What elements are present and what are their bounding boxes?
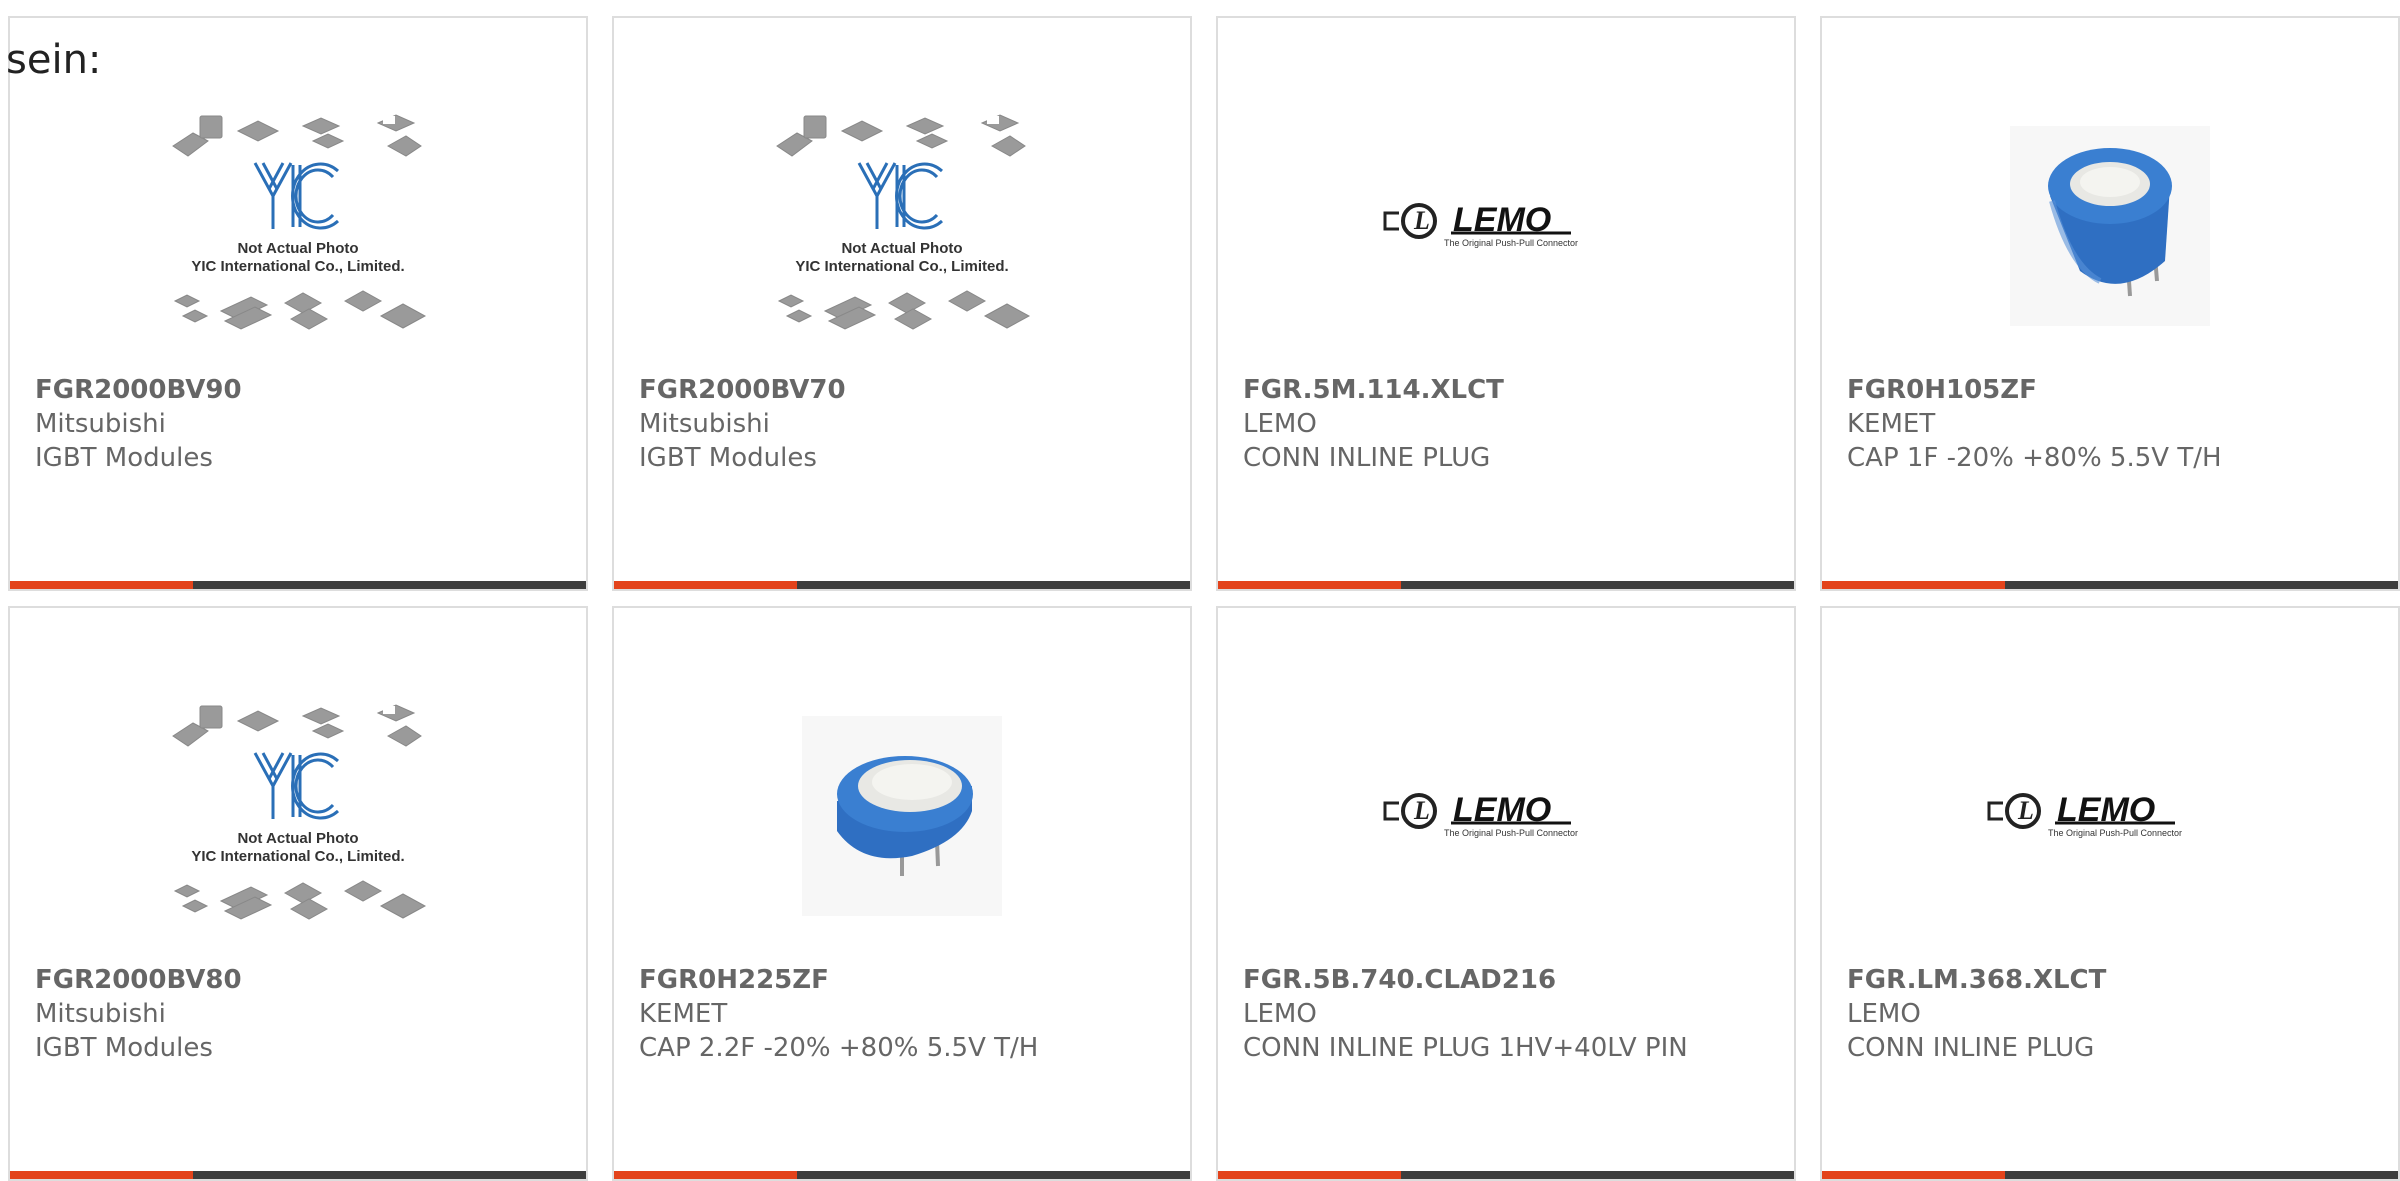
description: CONN INLINE PLUG 1HV+40LV PIN [1243, 1033, 1688, 1063]
product-image[interactable]: Not Actual Photo YIC International Co., … [10, 678, 586, 953]
card-accent-highlight [1218, 581, 1401, 589]
part-number[interactable]: FGR2000BV80 [35, 963, 566, 997]
card-accent-highlight [614, 581, 797, 589]
part-number[interactable]: FGR0H225ZF [639, 963, 1170, 997]
card-accent-highlight [10, 581, 193, 589]
card-accent-bar [10, 1171, 586, 1179]
placeholder-caption-2: YIC International Co., Limited. [795, 258, 1008, 275]
product-card[interactable]: FGR0H225ZF KEMET CAP 2.2F -20% +80% 5.5V T… [612, 606, 1192, 1181]
manufacturer: Mitsubishi [639, 409, 770, 439]
card-accent-bar [614, 1171, 1190, 1179]
svg-text:L: L [1413, 796, 1430, 825]
placeholder-caption-2: YIC International Co., Limited. [191, 258, 404, 275]
svg-text:L: L [1413, 206, 1430, 235]
lemo-logo-image: L LEMO The Original Push-Pull Connector [1987, 791, 2182, 838]
intro-text: sein: [6, 37, 102, 83]
product-card[interactable]: Not Actual Photo YIC International Co., … [8, 16, 588, 591]
placeholder-caption-1: Not Actual Photo [237, 240, 358, 257]
placeholder-caption-1: Not Actual Photo [841, 240, 962, 257]
capacitor-flat-image [802, 715, 1002, 916]
product-info: FGR.LM.368.XLCT LEMO CONN INLINE PLUG [1847, 963, 2378, 1065]
product-image[interactable]: L LEMO The Original Push-Pull Connector [1218, 678, 1794, 953]
part-number[interactable]: FGR.LM.368.XLCT [1847, 963, 2378, 997]
product-image[interactable]: Not Actual Photo YIC International Co., … [614, 88, 1190, 363]
card-accent-highlight [10, 1171, 193, 1179]
part-number[interactable]: FGR.5B.740.CLAD216 [1243, 963, 1774, 997]
svg-text:The Original Push-Pull Connect: The Original Push-Pull Connector [1444, 828, 1578, 838]
description: IGBT Modules [35, 1033, 213, 1063]
description: CONN INLINE PLUG [1243, 443, 1491, 473]
card-accent-highlight [1218, 1171, 1401, 1179]
product-card[interactable]: Not Actual Photo YIC International Co., … [8, 606, 588, 1181]
manufacturer: KEMET [1847, 409, 1936, 439]
product-info: FGR.5M.114.XLCT LEMO CONN INLINE PLUG [1243, 373, 1774, 475]
part-number[interactable]: FGR.5M.114.XLCT [1243, 373, 1774, 407]
card-accent-bar [1822, 1171, 2398, 1179]
part-number[interactable]: FGR2000BV90 [35, 373, 566, 407]
lemo-logo-image: L LEMO The Original Push-Pull Connector [1383, 201, 1578, 248]
product-info: FGR2000BV90 Mitsubishi IGBT Modules [35, 373, 566, 475]
product-card[interactable]: FGR0H105ZF KEMET CAP 1F -20% +80% 5.5V T/H [1820, 16, 2400, 591]
product-image[interactable] [1822, 88, 2398, 363]
manufacturer: LEMO [1243, 409, 1317, 439]
card-accent-highlight [1822, 581, 2005, 589]
product-info: FGR2000BV80 Mitsubishi IGBT Modules [35, 963, 566, 1065]
product-card[interactable]: L LEMO The Original Push-Pull Connector … [1216, 16, 1796, 591]
description: CAP 2.2F -20% +80% 5.5V T/H [639, 1033, 1039, 1063]
placeholder-image: Not Actual Photo YIC International Co., … [776, 113, 1031, 330]
product-info: FGR2000BV70 Mitsubishi IGBT Modules [639, 373, 1170, 475]
manufacturer: Mitsubishi [35, 999, 166, 1029]
svg-text:L: L [2017, 796, 2034, 825]
product-image[interactable] [614, 678, 1190, 953]
product-card[interactable]: L LEMO The Original Push-Pull Connector … [1216, 606, 1796, 1181]
product-info: FGR.5B.740.CLAD216 LEMO CONN INLINE PLUG 1… [1243, 963, 1774, 1065]
manufacturer: KEMET [639, 999, 728, 1029]
card-accent-bar [1218, 581, 1794, 589]
svg-text:The Original Push-Pull Connect: The Original Push-Pull Connector [2048, 828, 2182, 838]
manufacturer: Mitsubishi [35, 409, 166, 439]
card-accent-highlight [614, 1171, 797, 1179]
description: CONN INLINE PLUG [1847, 1033, 2095, 1063]
product-card[interactable]: Not Actual Photo YIC International Co., … [612, 16, 1192, 591]
product-image[interactable]: L LEMO The Original Push-Pull Connector [1822, 678, 2398, 953]
manufacturer: LEMO [1847, 999, 1921, 1029]
product-image[interactable]: L LEMO The Original Push-Pull Connector [1218, 88, 1794, 363]
card-accent-bar [10, 581, 586, 589]
lemo-logo-image: L LEMO The Original Push-Pull Connector [1383, 791, 1578, 838]
placeholder-image: Not Actual Photo YIC International Co., … [172, 113, 427, 330]
placeholder-image: Not Actual Photo YIC International Co., … [172, 703, 427, 920]
product-image[interactable]: Not Actual Photo YIC International Co., … [10, 88, 586, 363]
placeholder-caption-1: Not Actual Photo [237, 830, 358, 847]
svg-text:The Original Push-Pull Connect: The Original Push-Pull Connector [1444, 238, 1578, 248]
product-info: FGR0H105ZF KEMET CAP 1F -20% +80% 5.5V T/H [1847, 373, 2378, 475]
card-accent-bar [1822, 581, 2398, 589]
card-accent-bar [1218, 1171, 1794, 1179]
manufacturer: LEMO [1243, 999, 1317, 1029]
card-accent-bar [614, 581, 1190, 589]
description: IGBT Modules [639, 443, 817, 473]
description: CAP 1F -20% +80% 5.5V T/H [1847, 443, 2222, 473]
part-number[interactable]: FGR0H105ZF [1847, 373, 2378, 407]
part-number[interactable]: FGR2000BV70 [639, 373, 1170, 407]
description: IGBT Modules [35, 443, 213, 473]
product-info: FGR0H225ZF KEMET CAP 2.2F -20% +80% 5.5V T… [639, 963, 1170, 1065]
card-accent-highlight [1822, 1171, 2005, 1179]
product-card[interactable]: L LEMO The Original Push-Pull Connector … [1820, 606, 2400, 1181]
placeholder-caption-2: YIC International Co., Limited. [191, 848, 404, 865]
capacitor-tall-image [2010, 125, 2210, 326]
